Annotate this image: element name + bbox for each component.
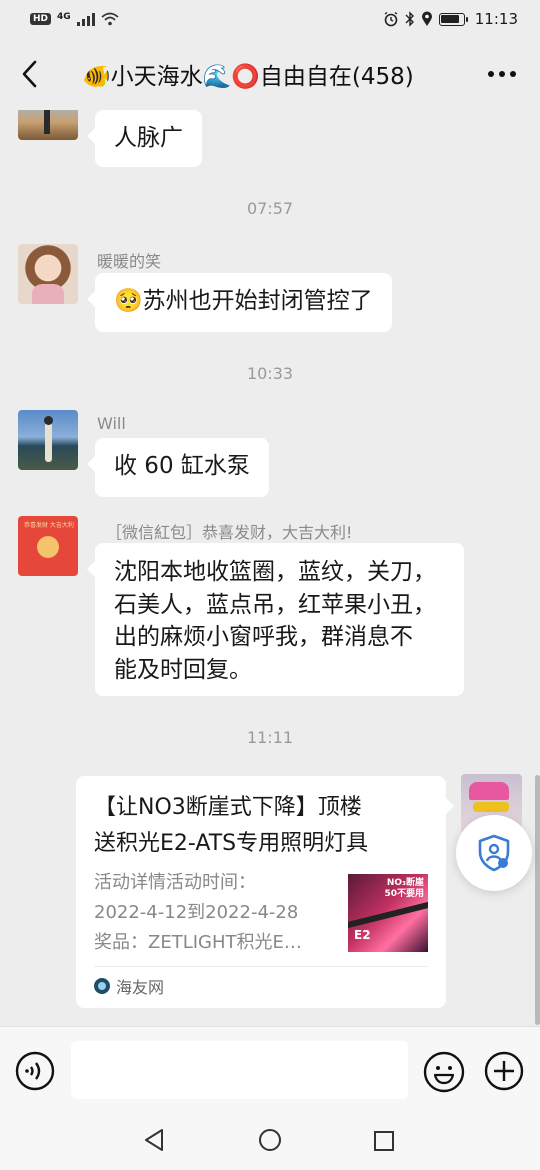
system-navigation-bar xyxy=(0,1114,540,1170)
timestamp: 10:33 xyxy=(246,364,294,383)
message-line: 石美人，蓝点吊，红苹果小丑， xyxy=(114,591,436,618)
card-source: 海友网 xyxy=(94,967,428,1005)
will-avatar[interactable] xyxy=(18,410,78,470)
card-body: 活动详情活动时间： 2022-4-12到2022-4-28 奖品：ZETLIGH… xyxy=(94,868,428,958)
chat-message-list[interactable]: 人脉广 07:57 暖暖的笑 🥺苏州也开始封闭管控了 10:33 Will 收 … xyxy=(0,110,540,1026)
network-label: 4G xyxy=(57,12,71,22)
red-packet-avatar[interactable]: 恭喜发财 大吉大利 xyxy=(18,516,78,576)
message-bubble[interactable]: 🥺苏州也开始封闭管控了 xyxy=(87,273,392,332)
location-icon xyxy=(421,11,432,26)
chat-header: 🐠小天海水🌊⭕自由自在(458) xyxy=(0,38,540,110)
status-right: 11:13 xyxy=(383,10,518,28)
beach-avatar[interactable] xyxy=(18,110,78,140)
back-button[interactable] xyxy=(0,38,60,110)
message-input[interactable] xyxy=(71,1041,408,1099)
sender-name: Will xyxy=(97,414,126,433)
thumb-headline: NO₃断崖 50不要用 xyxy=(384,878,424,899)
message-line: 沈阳本地收篮圈，蓝纹，关刀， xyxy=(114,559,436,585)
message-line: 能及时回复。 xyxy=(114,656,252,683)
timestamp: 11:11 xyxy=(246,728,294,747)
hd-badge: HD xyxy=(30,13,52,25)
message-bubble[interactable]: 收 60 缸水泵 xyxy=(87,438,269,497)
message-text: 人脉广 xyxy=(114,125,183,151)
plus-icon[interactable] xyxy=(484,1051,524,1091)
message-bubble[interactable]: 人脉广 xyxy=(87,110,202,167)
scrollbar[interactable] xyxy=(535,775,540,1025)
card-desc-line: 奖品：ZETLIGHT积光E… xyxy=(94,932,302,953)
triangle-back-icon[interactable] xyxy=(142,1128,166,1152)
card-title: 【让NO3断崖式下降】顶楼 送积光E2-ATS专用照明灯具 xyxy=(94,790,428,862)
card-title-line: 送积光E2-ATS专用照明灯具 xyxy=(94,831,369,856)
bluetooth-icon xyxy=(405,11,414,27)
status-time: 11:13 xyxy=(474,10,518,28)
card-title-line: 【让NO3断崖式下降】顶楼 xyxy=(94,795,362,820)
message-line: 出的麻烦小窗呼我，群消息不 xyxy=(114,624,413,650)
chevron-left-icon xyxy=(22,60,37,88)
chat-title: 🐠小天海水🌊⭕自由自在(458) xyxy=(82,64,414,90)
card-thumbnail: NO₃断崖 50不要用 E2 xyxy=(348,874,428,952)
girl-avatar[interactable] xyxy=(18,244,78,304)
signal-icon xyxy=(76,12,95,26)
source-logo-icon xyxy=(94,978,110,994)
status-bar: HD 4G 11:13 xyxy=(0,0,540,38)
emoji-icon[interactable] xyxy=(423,1051,465,1093)
wifi-icon xyxy=(101,12,119,26)
card-source-name: 海友网 xyxy=(116,978,165,997)
sender-name: 暖暖的笑 xyxy=(97,252,162,271)
card-desc-line: 2022-4-12到2022-4-28 xyxy=(94,902,299,923)
card-desc-line: 活动详情活动时间： xyxy=(94,872,256,893)
message-text: 🥺苏州也开始封闭管控了 xyxy=(114,288,373,314)
status-left: HD 4G xyxy=(30,12,119,26)
sender-name: ［微信紅包］恭喜发财，大吉大利! xyxy=(106,523,353,542)
alarm-icon xyxy=(384,11,398,27)
floating-protect-button[interactable] xyxy=(456,815,532,891)
input-bar xyxy=(0,1026,540,1114)
more-button[interactable] xyxy=(464,38,540,110)
message-bubble[interactable]: 沈阳本地收篮圈，蓝纹，关刀， 石美人，蓝点吊，红苹果小丑， 出的麻烦小窗呼我，群… xyxy=(87,543,464,696)
battery-icon xyxy=(438,12,468,26)
message-text: 收 60 缸水泵 xyxy=(114,453,250,479)
thumb-product: E2 xyxy=(354,928,371,942)
more-dots-icon xyxy=(488,71,516,77)
voice-icon[interactable] xyxy=(15,1051,55,1091)
shield-person-icon xyxy=(478,834,510,872)
link-card[interactable]: 【让NO3断崖式下降】顶楼 送积光E2-ATS专用照明灯具 活动详情活动时间： … xyxy=(76,776,454,1008)
square-recent-icon[interactable] xyxy=(373,1130,395,1152)
circle-home-icon[interactable] xyxy=(258,1128,282,1152)
card-description: 活动详情活动时间： 2022-4-12到2022-4-28 奖品：ZETLIGH… xyxy=(94,868,339,958)
timestamp: 07:57 xyxy=(246,199,294,218)
